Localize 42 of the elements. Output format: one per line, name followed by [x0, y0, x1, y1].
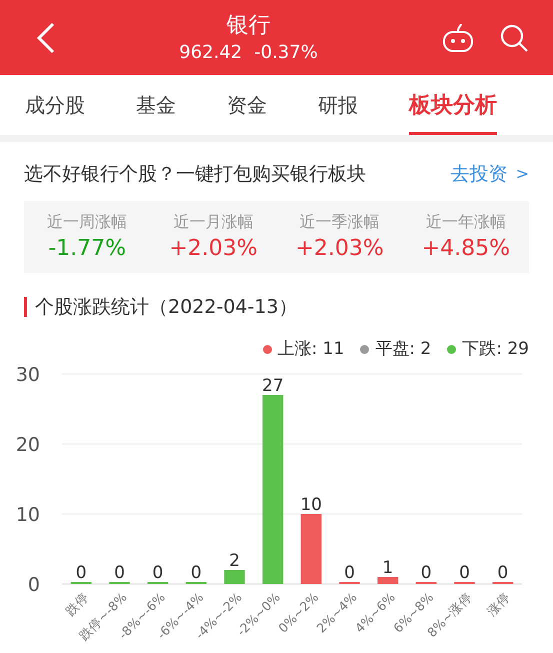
index-price: 962.42	[179, 40, 242, 64]
section-title: 个股涨跌统计（2022-04-13）	[35, 294, 298, 320]
y-tick-label: 30	[16, 366, 40, 386]
promo-text: 选不好银行个股？一键打包购买银行板块	[24, 162, 366, 187]
legend-label: 上涨: 11	[278, 338, 344, 361]
y-tick-label: 0	[28, 574, 40, 596]
data-label: 0	[497, 562, 508, 582]
y-tick-label: 20	[16, 434, 40, 456]
tab[interactable]: 研报	[318, 75, 358, 135]
data-label: 0	[76, 562, 87, 582]
data-label: 0	[190, 562, 202, 582]
legend-label: 下跌: 29	[462, 338, 529, 361]
index-change: -0.37%	[254, 40, 318, 64]
data-label: 0	[420, 562, 432, 582]
back-icon[interactable]	[36, 22, 56, 54]
y-tick-label: 10	[16, 504, 40, 526]
data-label: 10	[300, 494, 322, 514]
x-tick-label: 涨停	[484, 589, 513, 618]
data-label: 0	[152, 562, 164, 582]
search-icon[interactable]	[499, 22, 529, 52]
return-label: 近一月涨幅	[173, 210, 254, 232]
section-marker	[24, 296, 27, 317]
return-value: +4.85%	[422, 234, 510, 262]
data-label: 2	[229, 550, 240, 570]
return-value: +2.03%	[169, 234, 258, 262]
data-label: 0	[344, 562, 355, 582]
robot-icon[interactable]	[441, 22, 475, 52]
return-label: 近一周涨幅	[47, 210, 128, 232]
legend-label: 平盘: 2	[375, 338, 432, 361]
return-value: +2.03%	[295, 234, 384, 262]
data-label: 0	[459, 562, 470, 582]
data-label: 0	[114, 562, 125, 582]
data-label: 1	[382, 558, 394, 578]
tab[interactable]: 基金	[136, 75, 176, 135]
x-tick-label: 跌停	[62, 589, 92, 618]
return-label: 近一年涨幅	[426, 210, 506, 232]
tab[interactable]: 成分股	[25, 75, 85, 135]
data-label: 27	[262, 376, 284, 396]
tab[interactable]: 资金	[227, 75, 267, 135]
page-title: 银行	[226, 12, 270, 40]
return-label: 近一季涨幅	[300, 210, 380, 232]
return-value: -1.77%	[48, 234, 126, 262]
